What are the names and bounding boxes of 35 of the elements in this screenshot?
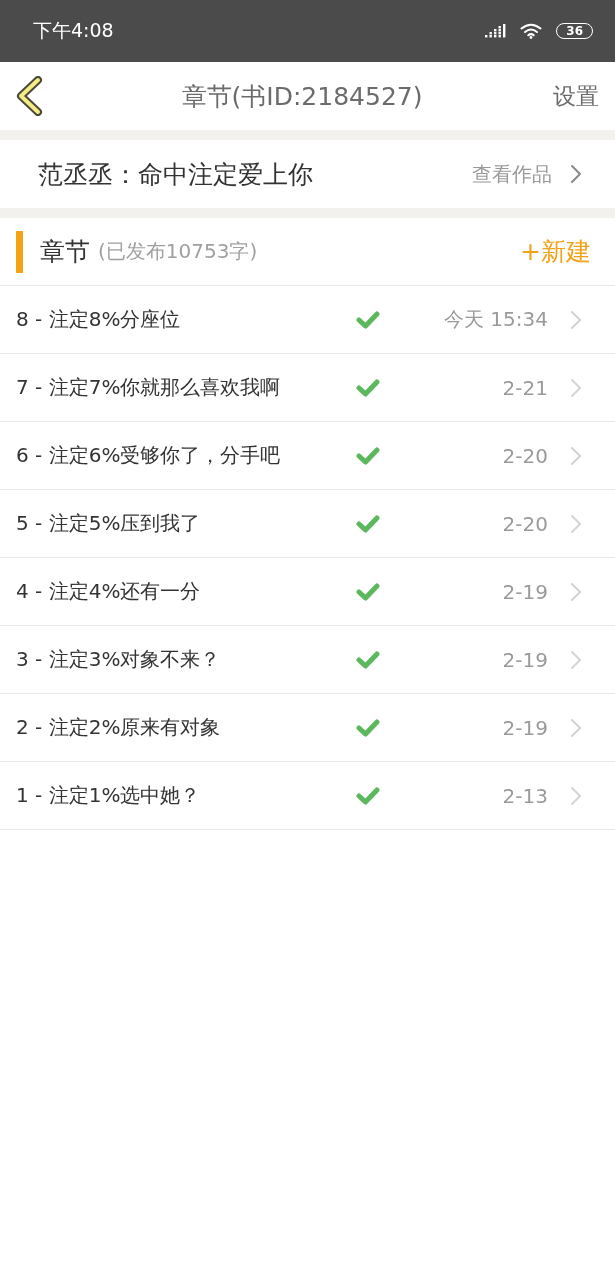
chevron-icon xyxy=(570,513,582,534)
section-title: 章节 xyxy=(40,236,90,268)
book-title: 范丞丞：命中注定爱上你 xyxy=(38,158,314,191)
chapter-title[interactable]: 6 - 注定6%受够你了，分手吧 xyxy=(16,442,356,469)
chevron-icon xyxy=(570,581,582,602)
chevron-icon xyxy=(570,445,582,466)
page-title: 章节(书ID:2184527) xyxy=(180,80,424,113)
chapter-date: 2-20 xyxy=(501,511,548,536)
chevron-icon xyxy=(570,164,582,184)
back-icon[interactable] xyxy=(15,76,43,116)
chapter-title[interactable]: 8 - 注定8%分座位 xyxy=(16,306,356,333)
chapter-date: 2-19 xyxy=(501,715,548,740)
chevron-icon xyxy=(570,785,582,806)
chevron-icon xyxy=(570,717,582,738)
signal-icon xyxy=(485,24,507,38)
chapter-date: 2-19 xyxy=(501,579,548,604)
chapter-date: 今天 15:34 xyxy=(443,306,548,333)
wifi-icon xyxy=(520,23,543,39)
chapter-title[interactable]: 4 - 注定4%还有一分 xyxy=(16,578,356,605)
chevron-icon xyxy=(570,377,582,398)
chapter-date: 2-19 xyxy=(501,647,548,672)
settings-button[interactable]: 设置 xyxy=(553,80,599,112)
chapter-date: 2-13 xyxy=(501,783,548,808)
word-count: (已发布10753字) xyxy=(98,238,259,265)
chapter-title[interactable]: 1 - 注定1%选中她？ xyxy=(16,782,356,809)
chevron-icon xyxy=(570,309,582,330)
chapter-title[interactable]: 5 - 注定5%压到我了 xyxy=(16,510,356,537)
section-marker xyxy=(16,230,23,273)
chapter-date: 2-21 xyxy=(501,375,548,400)
chevron-icon xyxy=(570,649,582,670)
chapter-date: 2-20 xyxy=(501,443,548,468)
chapter-title[interactable]: 7 - 注定7%你就那么喜欢我啊 xyxy=(16,374,356,401)
chapter-title[interactable]: 3 - 注定3%对象不来？ xyxy=(16,646,356,673)
chapter-title[interactable]: 2 - 注定2%原来有对象 xyxy=(16,714,356,741)
status-time: 下午4:08 xyxy=(33,18,114,43)
